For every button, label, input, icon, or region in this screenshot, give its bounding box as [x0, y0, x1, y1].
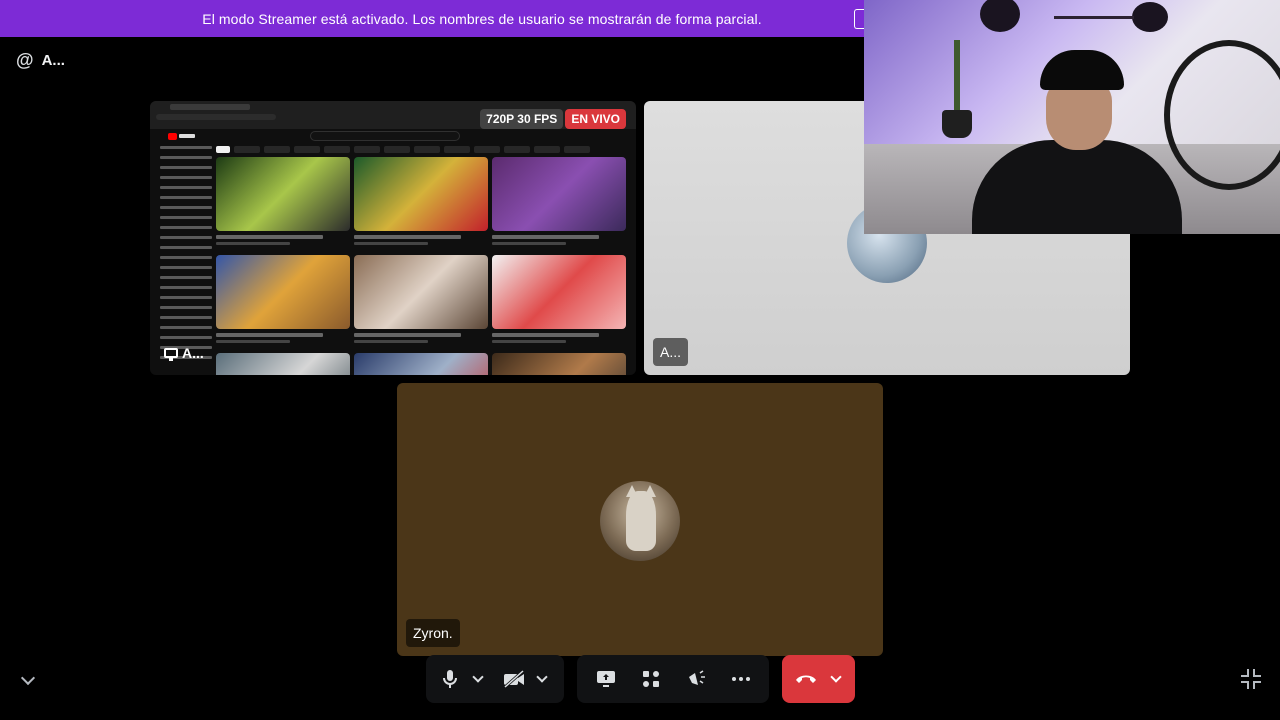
- streamer-mode-text: El modo Streamer está activado. Los nomb…: [202, 10, 762, 27]
- browser-tabs: [170, 104, 250, 110]
- exit-fullscreen-icon[interactable]: [1240, 668, 1262, 690]
- camera-off-icon: [504, 670, 524, 688]
- participant-name: Zyron.: [406, 619, 460, 647]
- call-controls: [0, 655, 1280, 705]
- video-card: [492, 157, 626, 251]
- hang-up-icon: [795, 675, 816, 683]
- chevron-down-icon: [536, 671, 548, 683]
- stream-quality-badge: 720P 30 FPS: [480, 109, 564, 129]
- soundboard-button[interactable]: [680, 663, 712, 695]
- youtube-video-grid: [216, 157, 628, 375]
- screen-share-icon: [596, 671, 615, 687]
- youtube-search-bar: [310, 131, 460, 141]
- live-badge: EN VIVO: [565, 109, 626, 129]
- channel-header: @ A...: [16, 50, 65, 71]
- monitor-icon: [164, 348, 178, 361]
- screenshare-tile[interactable]: 720P 30 FPS EN VIVO A...: [150, 101, 636, 375]
- streamer-mode-banner: El modo Streamer está activado. Los nomb…: [0, 0, 864, 37]
- audio-video-controls: [426, 655, 564, 703]
- activity-controls: [577, 655, 769, 703]
- at-icon: @: [16, 50, 34, 70]
- youtube-logo-icon: [168, 132, 196, 140]
- video-card: [216, 353, 350, 375]
- channel-name: A...: [41, 52, 65, 69]
- microphone-options[interactable]: [470, 663, 486, 695]
- activities-button[interactable]: [635, 663, 667, 695]
- video-card: [354, 157, 488, 251]
- video-card: [354, 255, 488, 349]
- chevron-down-icon: [472, 671, 484, 683]
- youtube-sidebar: [154, 146, 212, 374]
- camera-button[interactable]: [498, 663, 530, 695]
- video-card: [492, 255, 626, 349]
- soundboard-icon: [688, 670, 705, 685]
- avatar: [600, 481, 680, 561]
- microphone-icon: [443, 670, 457, 688]
- more-icon: [731, 677, 750, 681]
- streamer-name-tag: A...: [164, 345, 204, 361]
- video-card: [216, 255, 350, 349]
- camera-options[interactable]: [534, 663, 550, 695]
- participant-name: A...: [653, 338, 689, 366]
- voice-call-view: El modo Streamer está activado. Los nomb…: [0, 0, 1280, 720]
- video-card: [492, 353, 626, 375]
- video-card: [216, 157, 350, 251]
- leave-call-button[interactable]: [794, 663, 818, 695]
- video-card: [354, 353, 488, 375]
- leave-controls: [782, 655, 855, 703]
- browser-address-bar: [156, 114, 276, 120]
- activities-icon: [642, 671, 659, 687]
- share-screen-button[interactable]: [590, 663, 622, 695]
- streamer-name: A...: [182, 345, 204, 361]
- webcam-overlay: [864, 0, 1280, 234]
- banner-button[interactable]: [854, 9, 864, 29]
- more-button[interactable]: [725, 663, 757, 695]
- chevron-down-icon: [829, 671, 842, 683]
- youtube-filter-chips: [216, 146, 628, 154]
- stream-badges: 720P 30 FPS EN VIVO: [480, 109, 626, 129]
- microphone-button[interactable]: [434, 663, 466, 695]
- participant-tile[interactable]: Zyron.: [397, 383, 883, 656]
- leave-call-options[interactable]: [828, 663, 844, 695]
